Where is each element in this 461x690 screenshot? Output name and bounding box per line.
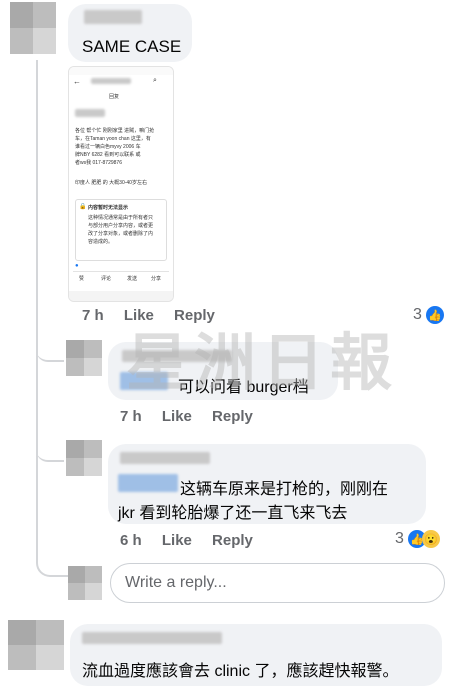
wow-icon: 😮: [421, 530, 440, 548]
action-comment: 评论: [101, 276, 112, 282]
action-share: 分享: [151, 276, 162, 282]
post-line-3: 谁看过一辆白色myvy 2006 车: [75, 144, 141, 150]
avatar[interactable]: [10, 2, 56, 54]
reply-text-line-1: 这辆车原来是打枪的，刚刚在: [180, 481, 389, 498]
comment-text: 流血過度應該會去 clinic 了，應該趕快報警。: [82, 663, 399, 680]
action-like: 赞: [79, 276, 85, 282]
tab-reply: 回复: [109, 94, 120, 100]
post-line-4: 牌NBY 6282 看到可以联系 或: [75, 152, 141, 158]
commenter-name-blurred[interactable]: [82, 632, 222, 644]
poster-blurred: [75, 109, 105, 117]
attached-image[interactable]: ← ⌕ 回复 各位 帮个忙 刚刚家里 进贼，嘛门抢 车，在Taman yoon …: [68, 66, 174, 302]
avatar[interactable]: [66, 340, 102, 376]
notice-line-4: 容造成的。: [88, 239, 114, 245]
reply-button[interactable]: Reply: [212, 408, 253, 425]
newspaper-watermark: 星洲日報: [126, 326, 399, 399]
lock-icon: 🔒: [79, 204, 87, 210]
reply-meta: 6 h Like Reply: [120, 532, 269, 549]
comment-bubble: 流血過度應該會去 clinic 了，應該趕快報警。: [70, 624, 442, 686]
thread-line-reply-2: [36, 440, 64, 462]
reaction-count: 3: [413, 306, 422, 323]
post-line-6: 印度人 肥肥 的 大概30-40岁左右: [75, 180, 147, 186]
like-count-icon: ●: [75, 263, 79, 269]
notice-line-3: 改了分享对象，或者删除了内: [88, 231, 154, 237]
timestamp: 7 h: [82, 307, 104, 324]
like-button[interactable]: Like: [162, 408, 192, 425]
my-avatar: [68, 566, 102, 600]
post-line-2: 车，在Taman yoon chan 这里，有: [75, 136, 151, 142]
thread-line-reply-1: [36, 340, 64, 362]
notice-line-2: 与部分用户分享内容，或者更: [88, 223, 154, 229]
avatar[interactable]: [66, 440, 102, 476]
mentioned-name-blurred[interactable]: [118, 474, 178, 492]
group-name-blurred: [91, 78, 131, 84]
reply-button[interactable]: Reply: [212, 532, 253, 549]
back-arrow-icon: ←: [73, 77, 81, 86]
comment-bubble: SAME CASE: [68, 4, 192, 62]
search-icon: ⌕: [153, 77, 157, 84]
commenter-name-blurred[interactable]: [120, 452, 210, 464]
like-button[interactable]: Like: [162, 532, 192, 549]
reply-bubble: 这辆车原来是打枪的，刚刚在 jkr 看到轮胎爆了还一直飞来飞去: [108, 444, 426, 524]
thread-line-main: [36, 60, 70, 577]
reaction-count: 3: [395, 530, 404, 547]
notice-line-1: 这种情况通常是由于所有者只: [88, 215, 154, 221]
post-line-1: 各位 帮个忙 刚刚家里 进贼，嘛门抢: [75, 128, 155, 134]
reply-text-line-2: jkr 看到轮胎爆了还一直飞来飞去: [118, 505, 348, 522]
post-line-5: 者ws我 017-8729876: [75, 160, 122, 166]
reply-meta: 7 h Like Reply: [120, 408, 269, 425]
notice-title: 内容暂时无法显示: [88, 205, 129, 211]
notice-box: 🔒 内容暂时无法显示 这种情况通常是由于所有者只 与部分用户分享内容，或者更 改…: [75, 199, 167, 261]
timestamp: 6 h: [120, 532, 142, 549]
reaction-summary[interactable]: 3 👍 😮: [395, 530, 440, 548]
thumbs-up-icon: 👍: [425, 306, 444, 324]
action-send: 发送: [127, 276, 138, 282]
comment-text: SAME CASE: [82, 37, 182, 56]
reaction-summary[interactable]: 3 👍: [413, 306, 444, 324]
commenter-name-blurred[interactable]: [84, 10, 142, 24]
avatar[interactable]: [8, 620, 64, 670]
reply-input[interactable]: Write a reply...: [110, 563, 445, 603]
timestamp: 7 h: [120, 408, 142, 425]
